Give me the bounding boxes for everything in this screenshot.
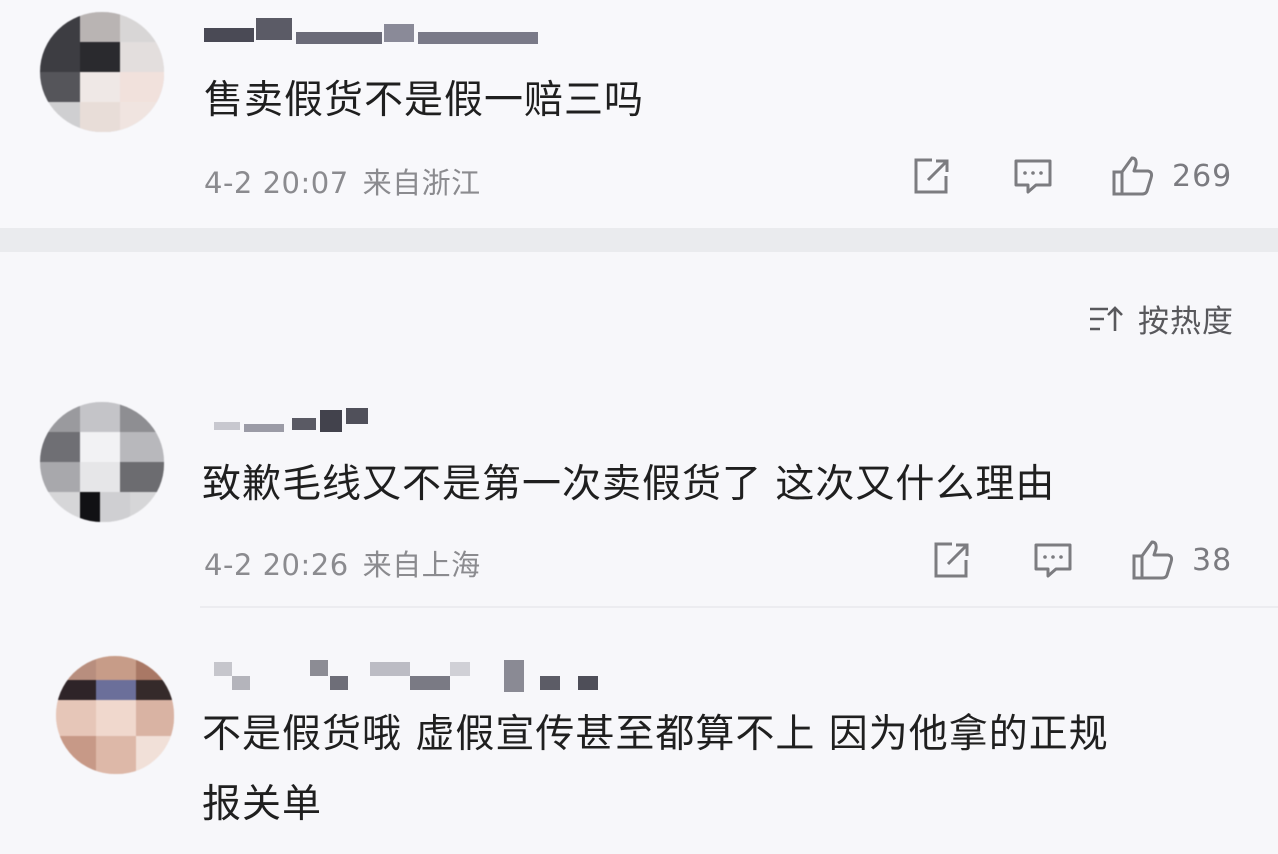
comment-icon bbox=[1034, 543, 1072, 578]
avatar[interactable] bbox=[40, 402, 164, 522]
section-divider bbox=[0, 228, 1278, 252]
like-count: 38 bbox=[1192, 542, 1233, 578]
sort-toggle[interactable]: 按热度 bbox=[1088, 296, 1234, 341]
comment-text: 致歉毛线又不是第一次卖假货了 这次又什么理由 bbox=[202, 462, 1056, 507]
username-obscured[interactable] bbox=[214, 404, 374, 444]
avatar[interactable] bbox=[56, 656, 174, 774]
comment-date: 4-2 20:26 bbox=[204, 548, 349, 582]
comment-location: 来自上海 bbox=[362, 548, 481, 582]
comment-card: 售卖假货不是假一赔三吗 4-2 20:07 来自浙江 269 bbox=[0, 0, 1278, 228]
share-icon bbox=[934, 542, 969, 578]
username-obscured[interactable] bbox=[204, 14, 544, 54]
comment-text: 售卖假货不是假一赔三吗 bbox=[204, 78, 645, 123]
like-count: 269 bbox=[1172, 158, 1233, 194]
reply-button[interactable] bbox=[1012, 156, 1054, 196]
comment-icon bbox=[1014, 159, 1052, 194]
share-button[interactable] bbox=[910, 156, 952, 196]
comment-text-line: 不是假货哦 虚假宣传甚至都算不上 因为他拿的正规 bbox=[202, 712, 1109, 757]
like-button[interactable]: 38 bbox=[1130, 538, 1232, 582]
thumbs-up-icon bbox=[1112, 156, 1154, 196]
comment-feed: 售卖假货不是假一赔三吗 4-2 20:07 来自浙江 269 按热度 致歉毛线又… bbox=[0, 0, 1278, 854]
like-button[interactable]: 269 bbox=[1110, 154, 1232, 198]
comment-date: 4-2 20:07 bbox=[204, 166, 349, 200]
sort-icon bbox=[1090, 305, 1123, 331]
share-icon bbox=[914, 158, 949, 194]
sort-label: 按热度 bbox=[1138, 304, 1234, 340]
share-button[interactable] bbox=[930, 540, 972, 580]
comment-separator bbox=[200, 606, 1278, 608]
avatar[interactable] bbox=[40, 12, 164, 132]
thumbs-up-icon bbox=[1132, 540, 1174, 580]
comment-text: 不是假货哦 虚假宣传甚至都算不上 因为他拿的正规 报关单 bbox=[202, 706, 1109, 834]
comment-text-line: 报关单 bbox=[202, 782, 323, 827]
comment-location: 来自浙江 bbox=[362, 166, 481, 200]
username-obscured[interactable] bbox=[214, 656, 604, 696]
comment-meta: 4-2 20:07 来自浙江 bbox=[204, 160, 495, 202]
reply-button[interactable] bbox=[1032, 540, 1074, 580]
comment-meta: 4-2 20:26 来自上海 bbox=[204, 542, 495, 584]
